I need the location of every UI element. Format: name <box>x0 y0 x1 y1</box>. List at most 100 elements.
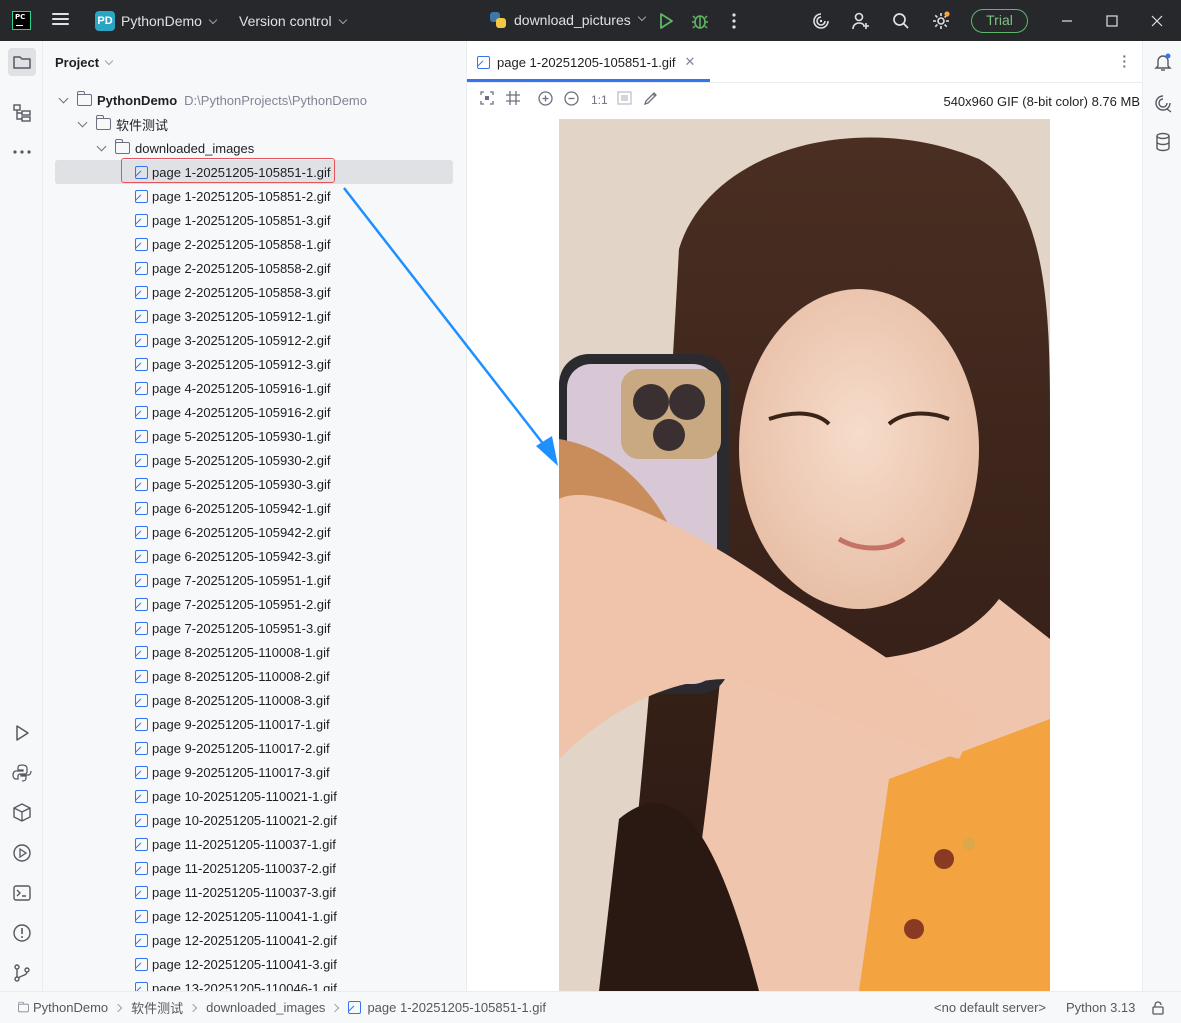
file-name: page 12-20251205-110041-3.gif <box>152 956 337 972</box>
tree-file-node[interactable]: page 9-20251205-110017-3.gif <box>55 760 453 784</box>
color-picker-icon[interactable] <box>643 91 658 106</box>
project-panel-title[interactable]: Project <box>55 55 114 70</box>
tree-file-node[interactable]: page 8-20251205-110008-3.gif <box>55 688 453 712</box>
minimize-icon[interactable] <box>1057 11 1077 31</box>
tree-file-node[interactable]: page 7-20251205-105951-3.gif <box>55 616 453 640</box>
zoom-out-icon[interactable] <box>564 91 579 106</box>
expand-arrow-icon[interactable] <box>77 117 88 127</box>
trial-button[interactable]: Trial <box>971 9 1028 33</box>
tree-file-node[interactable]: page 6-20251205-105942-1.gif <box>55 496 453 520</box>
breadcrumb-folder[interactable]: 软件测试 <box>131 998 183 1017</box>
file-name: page 12-20251205-110041-1.gif <box>152 908 337 924</box>
ai-chat-icon[interactable] <box>1153 93 1173 113</box>
notifications-icon[interactable] <box>1153 52 1173 72</box>
ai-assistant-icon[interactable] <box>811 11 831 31</box>
tree-file-node[interactable]: page 6-20251205-105942-2.gif <box>55 520 453 544</box>
tree-file-node[interactable]: page 11-20251205-110037-2.gif <box>55 856 453 880</box>
file-name: page 3-20251205-105912-1.gif <box>152 308 331 324</box>
pycharm-logo-text: PC <box>15 13 26 21</box>
file-name: page 2-20251205-105858-2.gif <box>152 260 331 276</box>
folder-icon <box>13 56 31 69</box>
expand-arrow-icon[interactable] <box>96 141 107 151</box>
tree-folder-node[interactable]: 软件测试 <box>77 112 477 136</box>
git-icon[interactable] <box>11 962 33 984</box>
tree-file-node[interactable]: page 6-20251205-105942-3.gif <box>55 544 453 568</box>
tree-file-node[interactable]: page 11-20251205-110037-1.gif <box>55 832 453 856</box>
editor-tab-label: page 1-20251205-105851-1.gif <box>497 54 676 70</box>
project-selector[interactable]: PythonDemo <box>121 13 218 29</box>
settings-gear-icon[interactable] <box>931 11 951 31</box>
add-user-icon[interactable] <box>851 11 871 31</box>
database-icon[interactable] <box>1153 132 1173 152</box>
run-icon[interactable] <box>656 11 676 31</box>
image-file-icon <box>135 693 148 707</box>
tree-file-node[interactable]: page 12-20251205-110041-1.gif <box>55 904 453 928</box>
title-bar: PC PD PythonDemo Version control downloa… <box>0 0 1181 41</box>
lock-icon[interactable] <box>1151 1001 1165 1015</box>
actual-size-button[interactable]: 1:1 <box>591 93 608 107</box>
tree-root-node[interactable]: PythonDemo D:\PythonProjects\PythonDemo <box>58 88 458 112</box>
more-options-icon[interactable] <box>724 11 744 31</box>
fit-zoom-icon[interactable] <box>480 91 494 105</box>
tree-file-node[interactable]: page 7-20251205-105951-1.gif <box>55 568 453 592</box>
image-file-icon <box>135 789 148 803</box>
module-icon <box>18 1001 29 1012</box>
image-file-icon <box>135 837 148 851</box>
services-icon[interactable] <box>11 802 33 824</box>
image-file-icon <box>135 477 148 491</box>
folder-icon <box>96 115 111 130</box>
background-toggle-icon[interactable] <box>617 91 632 105</box>
search-icon[interactable] <box>891 11 911 31</box>
image-file-icon <box>135 741 148 755</box>
run-configuration-selector[interactable]: download_pictures <box>490 12 646 28</box>
breadcrumb-project[interactable]: PythonDemo <box>33 1000 108 1015</box>
more-tools-icon[interactable] <box>11 141 33 163</box>
breadcrumb-folder[interactable]: downloaded_images <box>206 1000 325 1015</box>
tree-file-node[interactable]: page 9-20251205-110017-1.gif <box>55 712 453 736</box>
editor-tab[interactable]: page 1-20251205-105851-1.gif ✕ <box>477 41 695 83</box>
tree-file-node[interactable]: page 10-20251205-110021-2.gif <box>55 808 453 832</box>
debug-tool-icon[interactable] <box>11 842 33 864</box>
file-name: page 1-20251205-105851-2.gif <box>152 188 331 204</box>
zoom-in-icon[interactable] <box>538 91 553 106</box>
tree-file-node[interactable]: page 8-20251205-110008-2.gif <box>55 664 453 688</box>
interpreter-status[interactable]: Python 3.13 <box>1066 1000 1135 1015</box>
image-file-icon <box>135 429 148 443</box>
tree-folder-node[interactable]: downloaded_images <box>96 136 496 160</box>
python-packages-icon[interactable] <box>11 762 33 784</box>
structure-icon[interactable] <box>11 102 33 124</box>
image-file-icon <box>135 597 148 611</box>
tab-options-icon[interactable]: · · · <box>1122 49 1127 73</box>
close-tab-icon[interactable]: ✕ <box>685 54 696 70</box>
close-window-icon[interactable] <box>1147 11 1167 31</box>
project-badge[interactable]: PD <box>95 11 115 31</box>
version-control-menu[interactable]: Version control <box>239 13 347 29</box>
tree-file-node[interactable]: page 8-20251205-110008-1.gif <box>55 640 453 664</box>
image-file-icon <box>135 285 148 299</box>
maximize-icon[interactable] <box>1102 11 1122 31</box>
file-name: page 11-20251205-110037-2.gif <box>152 860 336 876</box>
tree-file-node[interactable]: page 7-20251205-105951-2.gif <box>55 592 453 616</box>
image-file-icon <box>135 885 148 899</box>
editor-tab-bar: page 1-20251205-105851-1.gif ✕ · · · <box>467 41 1142 83</box>
tree-file-node[interactable]: page 10-20251205-110021-1.gif <box>55 784 453 808</box>
image-file-icon <box>135 237 148 251</box>
file-name: page 5-20251205-105930-2.gif <box>152 452 331 468</box>
python-icon <box>490 12 506 28</box>
debug-icon[interactable] <box>690 11 710 31</box>
grid-toggle-icon[interactable] <box>506 91 520 105</box>
tree-file-node[interactable]: page 11-20251205-110037-3.gif <box>55 880 453 904</box>
problems-icon[interactable] <box>11 922 33 944</box>
server-status[interactable]: <no default server> <box>934 1000 1046 1015</box>
main-menu-icon[interactable] <box>52 13 69 27</box>
image-file-icon <box>477 55 490 69</box>
terminal-icon[interactable] <box>11 882 33 904</box>
folder-name: 软件测试 <box>116 117 169 133</box>
tree-file-node[interactable]: page 9-20251205-110017-2.gif <box>55 736 453 760</box>
expand-arrow-icon[interactable] <box>58 93 69 103</box>
tree-file-node[interactable]: page 12-20251205-110041-3.gif <box>55 952 453 976</box>
project-tool-button[interactable] <box>8 48 36 76</box>
run-tool-icon[interactable] <box>11 722 33 744</box>
breadcrumb-file[interactable]: page 1-20251205-105851-1.gif <box>367 1000 546 1015</box>
tree-file-node[interactable]: page 12-20251205-110041-2.gif <box>55 928 453 952</box>
